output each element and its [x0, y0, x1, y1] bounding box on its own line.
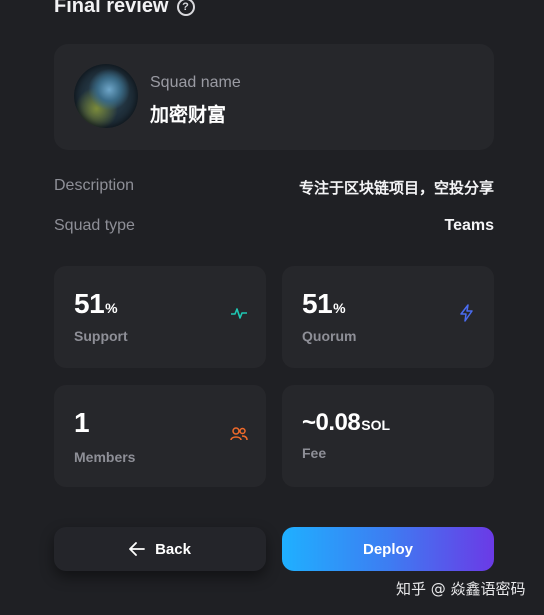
description-value: 专注于区块链项目，空投分享: [298, 179, 494, 197]
pulse-icon: [231, 308, 247, 319]
quorum-label: Quorum: [302, 328, 357, 344]
fee-card: ~0.08SOL Fee: [282, 385, 494, 487]
quorum-value: 51%: [302, 288, 346, 319]
members-value: 1: [74, 407, 90, 438]
support-value: 51%: [74, 288, 118, 319]
squad-type-label: Squad type: [54, 217, 135, 234]
help-icon[interactable]: ?: [176, 0, 195, 16]
arrow-left-icon: [129, 542, 145, 556]
watermark-text: 知乎 @ 焱鑫语密码: [396, 580, 526, 598]
page-title-text: Final review: [54, 0, 169, 17]
squad-type-value: Teams: [444, 217, 494, 234]
quorum-card: 51% Quorum: [282, 266, 494, 368]
members-card: 1 Members: [54, 385, 266, 487]
back-button-label: Back: [155, 540, 191, 558]
lightning-icon: [460, 304, 473, 322]
deploy-button-label: Deploy: [362, 540, 413, 558]
squad-name-label: Squad name: [150, 74, 241, 91]
fee-value: ~0.08SOL: [302, 409, 391, 436]
fee-label: Fee: [302, 445, 327, 461]
members-label: Members: [74, 449, 136, 465]
users-icon: [230, 427, 248, 441]
support-label: Support: [74, 328, 128, 344]
description-label: Description: [54, 177, 135, 194]
avatar: [74, 64, 138, 128]
watermark: 知乎 @ 焱鑫语密码: [396, 578, 526, 599]
squad-card: Squad name 加密财富: [54, 44, 494, 150]
support-card: 51% Support: [54, 266, 266, 368]
back-button[interactable]: Back: [54, 527, 266, 571]
deploy-button[interactable]: Deploy: [282, 527, 494, 571]
page-title: Final review ?: [54, 0, 195, 18]
squad-name-value: 加密财富: [150, 104, 227, 126]
